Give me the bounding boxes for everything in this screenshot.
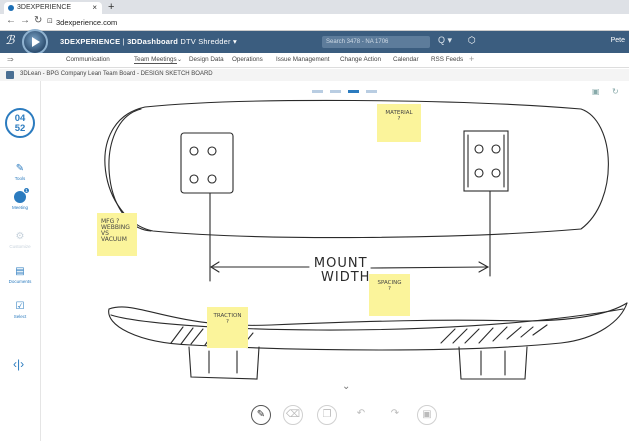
sticky-note-mfg[interactable]: MFG ? WEBBING VS VACUUM [97, 213, 137, 256]
image-icon: ▣ [422, 409, 432, 420]
reload-icon[interactable]: ↻ [34, 15, 42, 26]
close-tab-icon[interactable]: × [92, 2, 97, 14]
document-icon: ▤ [15, 266, 25, 277]
eraser-icon: ⌫ [285, 409, 301, 420]
tab-change-action[interactable]: Change Action [340, 56, 381, 63]
sidebar-item-label: Documents [8, 279, 32, 284]
gear-icon: ⚙ [15, 231, 25, 242]
timer-seconds: 52 [14, 122, 26, 134]
board-header: 3DLean - BPG Company Lean Team Board - D… [0, 69, 629, 81]
meeting-timer: 04 52 [5, 108, 35, 138]
sticky-line: VACUUM [101, 236, 127, 243]
sticky-line: ? [397, 116, 401, 122]
select-icon: ☑ [15, 301, 25, 312]
left-sidebar: 04 52 ✎ Tools 1 Meeting ⚙ Customize ▤ Do… [0, 81, 41, 441]
back-icon[interactable]: ← [6, 15, 16, 26]
redo-icon: ↷ [390, 408, 400, 419]
url-field[interactable]: 3dexperience.com [56, 16, 117, 29]
expand-panel-icon[interactable]: ⇒ [7, 55, 14, 64]
sidebar-item-meeting[interactable]: 1 Meeting [0, 187, 40, 210]
search-icon-glyph: Q [438, 35, 446, 45]
dashboard-menubar: ⇒ Communication Team Meetings ⌄ Design D… [0, 53, 629, 68]
sidebar-item-label: Select [13, 314, 27, 319]
sketch-canvas[interactable]: ▣ ↻ MATERIAL ? MFG ? WEBBING VS VACUUM S… [41, 81, 629, 441]
brand-name: 3DEXPERIENCE [60, 37, 121, 46]
forward-icon[interactable]: → [20, 15, 30, 26]
new-tab-button[interactable]: + [108, 0, 114, 14]
sidebar-item-label: Meeting [11, 205, 28, 210]
tab-operations[interactable]: Operations [232, 56, 263, 63]
search-input[interactable]: Search 3478 - NA 1706 [322, 36, 430, 48]
tab-design-data[interactable]: Design Data [189, 56, 224, 63]
tab-communication[interactable]: Communication [66, 56, 110, 63]
browser-tab[interactable]: 3DEXPERIENCE × [4, 2, 102, 14]
pen-tool-button[interactable]: ✎ [251, 405, 271, 425]
tab-issue-management[interactable]: Issue Management [276, 56, 330, 63]
sticky-note-traction[interactable]: TRACTION ? [207, 307, 248, 348]
sidebar-item-label: Tools [14, 176, 26, 181]
app-topbar: ℬ 3DEXPERIENCE | 3DDashboard DTV Shredde… [0, 29, 629, 55]
sticky-line: ? [388, 286, 391, 292]
undo-icon: ↶ [356, 408, 366, 419]
tag-icon[interactable]: ⬡ [468, 35, 476, 46]
redo-button[interactable]: ↷ [385, 405, 405, 425]
browser-tab-title: 3DEXPERIENCE [17, 4, 72, 11]
image-tool-button[interactable]: ▣ [417, 405, 437, 425]
sticky-note-tool-button[interactable]: ❐ [317, 405, 337, 425]
ds-logo-icon[interactable]: ℬ [5, 33, 14, 47]
compass-icon[interactable] [22, 29, 48, 55]
chevron-down-icon[interactable]: ⌄ [342, 381, 350, 392]
app-name: 3DDashboard [127, 37, 179, 46]
meeting-icon: 1 [14, 187, 30, 203]
handwriting-line: MOUNT [313, 256, 368, 271]
search-icon[interactable]: Q ▾ [438, 35, 452, 46]
board-title: 3DLean - BPG Company Lean Team Board - D… [20, 71, 213, 77]
browser-tabstrip: 3DEXPERIENCE × + [0, 0, 629, 14]
handwriting-line: WIDTH [321, 270, 371, 285]
sidebar-item-label: Customize [9, 244, 31, 249]
sticky-note-spacing[interactable]: SPACING ? [369, 274, 410, 316]
dashboard-dropdown-icon[interactable]: ▾ [233, 37, 237, 46]
address-bar: ← → ↻ ⊡ 3dexperience.com [0, 14, 629, 31]
tab-calendar[interactable]: Calendar [393, 56, 419, 63]
meeting-badge: 1 [23, 187, 30, 194]
tab-dropdown-icon[interactable]: ⌄ [177, 56, 182, 63]
tab-team-meetings[interactable]: Team Meetings [134, 56, 177, 64]
eraser-tool-button[interactable]: ⌫ [283, 405, 303, 425]
site-info-icon[interactable]: ⊡ [47, 17, 53, 25]
collapse-sidebar-icon[interactable]: ‹|› [13, 357, 24, 371]
pen-icon: ✎ [256, 409, 266, 420]
sidebar-item-tools[interactable]: ✎ Tools [0, 163, 40, 181]
mount-width-handwriting: MOUNT WIDTH [311, 257, 370, 285]
board-icon [6, 71, 14, 79]
tab-rss-feeds[interactable]: RSS Feeds [431, 56, 463, 63]
add-tab-button[interactable]: + [469, 54, 474, 64]
undo-button[interactable]: ↶ [351, 405, 371, 425]
tools-icon: ✎ [15, 163, 25, 174]
sticky-line: ? [226, 319, 229, 325]
sidebar-item-select[interactable]: ☑ Select [0, 301, 40, 319]
sticky-note-material[interactable]: MATERIAL ? [377, 104, 421, 142]
sidebar-item-customize[interactable]: ⚙ Customize [0, 231, 40, 249]
3dexperience-favicon-icon [8, 5, 14, 11]
user-name[interactable]: Pete [611, 37, 625, 44]
sidebar-item-documents[interactable]: ▤ Documents [0, 266, 40, 284]
dashboard-name: DTV Shredder [180, 37, 231, 46]
app-title[interactable]: 3DEXPERIENCE | 3DDashboard DTV Shredder … [60, 37, 237, 46]
sticky-note-icon: ❐ [322, 409, 332, 420]
